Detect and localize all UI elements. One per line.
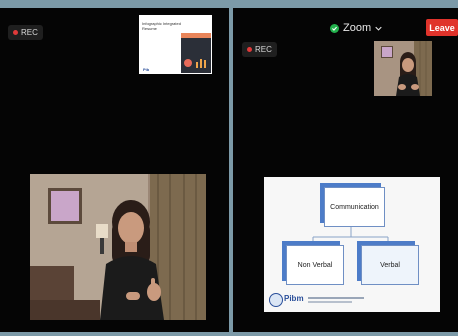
zoom-menu[interactable]: Zoom	[330, 22, 382, 34]
pibm-logo-icon	[269, 293, 283, 307]
communication-node: Communication	[324, 187, 385, 227]
chevron-down-icon	[375, 22, 382, 34]
shared-screen-thumbnail[interactable]: Infographic Integrated Resume Pib	[139, 15, 212, 74]
thumbnail-dark-panel	[181, 33, 211, 73]
shield-check-icon	[330, 23, 339, 33]
verbal-node: Verbal	[361, 245, 419, 285]
thumbnail-title: Infographic Integrated Resume	[142, 21, 181, 31]
rec-indicator: REC	[242, 42, 277, 57]
rec-dot-icon	[247, 47, 252, 52]
slide-logo-text: Pibm	[284, 294, 304, 303]
shared-slide: Communication Non Verbal Verbal Pibm	[264, 177, 440, 312]
zoom-label: Zoom	[343, 22, 372, 34]
participant-video-thumbnail[interactable]	[374, 41, 432, 96]
rec-indicator: REC	[8, 25, 43, 40]
leave-button[interactable]: Leave	[426, 19, 458, 36]
rec-label: REC	[255, 45, 272, 54]
non-verbal-node: Non Verbal	[286, 245, 344, 285]
thumbnail-logo: Pib	[143, 67, 150, 72]
rec-dot-icon	[13, 30, 18, 35]
rec-label: REC	[21, 28, 38, 37]
presenter-video	[30, 174, 206, 320]
left-meeting-pane: REC Infographic Integrated Resume Pib	[0, 8, 229, 332]
